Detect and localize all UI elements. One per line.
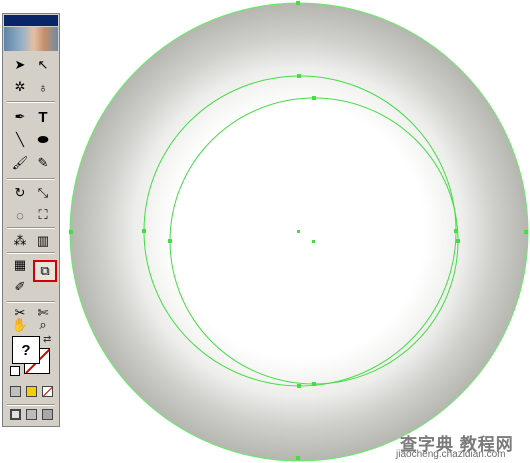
ellipse-tool-icon: ⬬ — [37, 132, 49, 147]
hand-tool-icon: ✋ — [11, 317, 29, 332]
type-tool-icon: T — [38, 108, 48, 126]
tool-separator — [7, 404, 55, 406]
free-transform-tool[interactable]: ⛶ — [34, 206, 52, 224]
artboard-canvas[interactable] — [0, 0, 530, 463]
paintbrush-tool-icon: 🖌 — [11, 155, 29, 170]
site-watermark: 查字典 教程网 jiaocheng.chazidian.com — [394, 430, 526, 461]
free-transform-tool-icon: ⛶ — [38, 207, 48, 222]
direct-selection-tool-icon: ↖ — [37, 57, 49, 72]
scale-tool[interactable]: ⤡ — [34, 184, 52, 202]
selection-tool-icon: ➤ — [14, 57, 26, 72]
direct-selection-tool[interactable]: ↖ — [34, 56, 52, 74]
tool-separator — [7, 178, 55, 180]
pen-tool-icon: ✒ — [14, 109, 26, 124]
standard-screen-mode-button[interactable] — [10, 409, 21, 420]
lasso-tool[interactable]: ♁ — [34, 78, 52, 96]
tool-separator — [7, 227, 55, 229]
selection-tool[interactable]: ➤ — [11, 56, 29, 74]
gradient-mode-button[interactable] — [26, 386, 37, 397]
fill-swatch[interactable]: ? — [12, 336, 40, 364]
none-mode-button[interactable] — [42, 386, 53, 397]
magic-wand-tool[interactable]: ✲ — [11, 78, 29, 96]
rotate-tool[interactable]: ↻ — [11, 184, 29, 202]
none-slash-icon — [43, 387, 52, 396]
swap-fill-stroke-icon[interactable]: ⇄ — [43, 334, 51, 345]
ellipse-tool[interactable]: ⬬ — [34, 131, 52, 149]
tool-separator — [7, 301, 55, 303]
mesh-tool[interactable]: ▦ — [11, 256, 29, 274]
pencil-tool-icon: ✎ — [37, 155, 49, 170]
eyedropper-tool[interactable]: ✐ — [11, 278, 29, 296]
warp-tool-icon: ◌ — [16, 207, 24, 223]
full-screen-mode-button[interactable] — [42, 409, 53, 420]
tools-panel: ➤ ↖ ✲ ♁ ✒ T ╲ ⬬ 🖌 ✎ ↻ ⤡ ◌ ⛶ ⁂ ▥ ▦ ▬ ✐ ⧉ … — [2, 13, 60, 427]
eyedropper-tool-icon: ✐ — [14, 279, 26, 294]
tool-separator — [7, 101, 55, 103]
blend-tool-icon: ⧉ — [40, 263, 50, 278]
paintbrush-tool[interactable]: 🖌 — [11, 154, 29, 172]
magic-wand-tool-icon: ✲ — [14, 79, 26, 94]
fill-swatch-label: ? — [21, 341, 31, 359]
watermark-url: jiaocheng.chazidian.com — [396, 449, 506, 460]
column-graph-tool-icon: ▥ — [36, 233, 50, 248]
tools-panel-logo-image[interactable] — [4, 27, 58, 51]
line-segment-tool-icon: ╲ — [16, 132, 24, 147]
zoom-tool[interactable]: ⌕ — [34, 316, 52, 334]
pen-tool[interactable]: ✒ — [11, 108, 29, 126]
scale-tool-icon: ⤡ — [37, 185, 49, 200]
color-mode-button[interactable] — [10, 386, 21, 397]
default-fill-stroke-icon[interactable] — [10, 366, 20, 376]
tools-panel-title-bar[interactable] — [4, 15, 58, 26]
zoom-tool-icon: ⌕ — [39, 317, 47, 332]
pencil-tool[interactable]: ✎ — [34, 154, 52, 172]
blend-tool[interactable]: ⧉ — [33, 260, 57, 282]
symbol-sprayer-tool-icon: ⁂ — [13, 233, 27, 248]
rotate-tool-icon: ↻ — [14, 185, 26, 200]
line-segment-tool[interactable]: ╲ — [11, 131, 29, 149]
warp-tool[interactable]: ◌ — [11, 206, 29, 224]
full-screen-menu-mode-button[interactable] — [26, 409, 37, 420]
fill-stroke-swatches[interactable]: ? ⇄ — [10, 334, 54, 376]
type-tool[interactable]: T — [34, 108, 52, 126]
lasso-tool-icon: ♁ — [38, 79, 48, 95]
column-graph-tool[interactable]: ▥ — [34, 232, 52, 250]
mesh-tool-icon: ▦ — [13, 257, 27, 272]
tool-separator — [7, 252, 55, 254]
symbol-sprayer-tool[interactable]: ⁂ — [11, 232, 29, 250]
hand-tool[interactable]: ✋ — [11, 316, 29, 334]
